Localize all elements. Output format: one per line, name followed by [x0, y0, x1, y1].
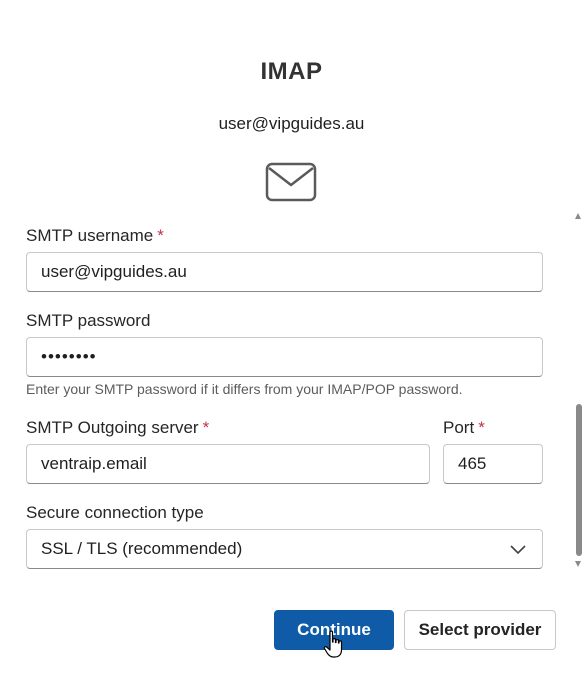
scroll-down-arrow-icon[interactable]	[575, 561, 581, 567]
secure-connection-select[interactable]: SSL / TLS (recommended)	[26, 529, 543, 569]
secure-connection-value: SSL / TLS (recommended)	[41, 539, 243, 558]
required-marker: *	[157, 226, 164, 245]
smtp-password-label-text: SMTP password	[26, 311, 151, 330]
required-marker: *	[478, 418, 485, 437]
smtp-password-value: ••••••••	[41, 347, 97, 366]
smtp-password-input[interactable]: ••••••••	[26, 337, 543, 377]
smtp-username-label-text: SMTP username	[26, 226, 154, 245]
secure-connection-label: Secure connection type	[26, 503, 204, 523]
smtp-password-label: SMTP password	[26, 311, 150, 331]
secure-connection-label-text: Secure connection type	[26, 503, 204, 522]
smtp-server-value: ventraip.email	[41, 454, 147, 473]
smtp-password-help: Enter your SMTP password if it differs f…	[26, 381, 463, 397]
select-provider-button[interactable]: Select provider	[404, 610, 556, 650]
hand-cursor-icon	[323, 630, 343, 658]
chevron-down-icon	[510, 545, 526, 555]
scroll-up-arrow-icon[interactable]	[575, 213, 581, 219]
smtp-server-label: SMTP Outgoing server *	[26, 418, 209, 438]
port-label: Port *	[443, 418, 485, 438]
page-title: IMAP	[260, 58, 323, 85]
smtp-server-input[interactable]: ventraip.email	[26, 444, 430, 484]
account-email: user@vipguides.au	[218, 114, 365, 133]
smtp-username-input[interactable]: user@vipguides.au	[26, 252, 543, 292]
smtp-username-value: user@vipguides.au	[41, 262, 187, 281]
scrollbar-thumb[interactable]	[576, 404, 582, 556]
smtp-server-label-text: SMTP Outgoing server	[26, 418, 199, 437]
port-value: 465	[458, 454, 487, 473]
smtp-username-label: SMTP username *	[26, 226, 164, 246]
port-label-text: Port	[443, 418, 475, 437]
port-input[interactable]: 465	[443, 444, 543, 484]
required-marker: *	[202, 418, 210, 437]
mail-icon	[265, 162, 317, 202]
imap-setup-page: IMAP user@vipguides.au SMTP username * us…	[0, 0, 583, 676]
